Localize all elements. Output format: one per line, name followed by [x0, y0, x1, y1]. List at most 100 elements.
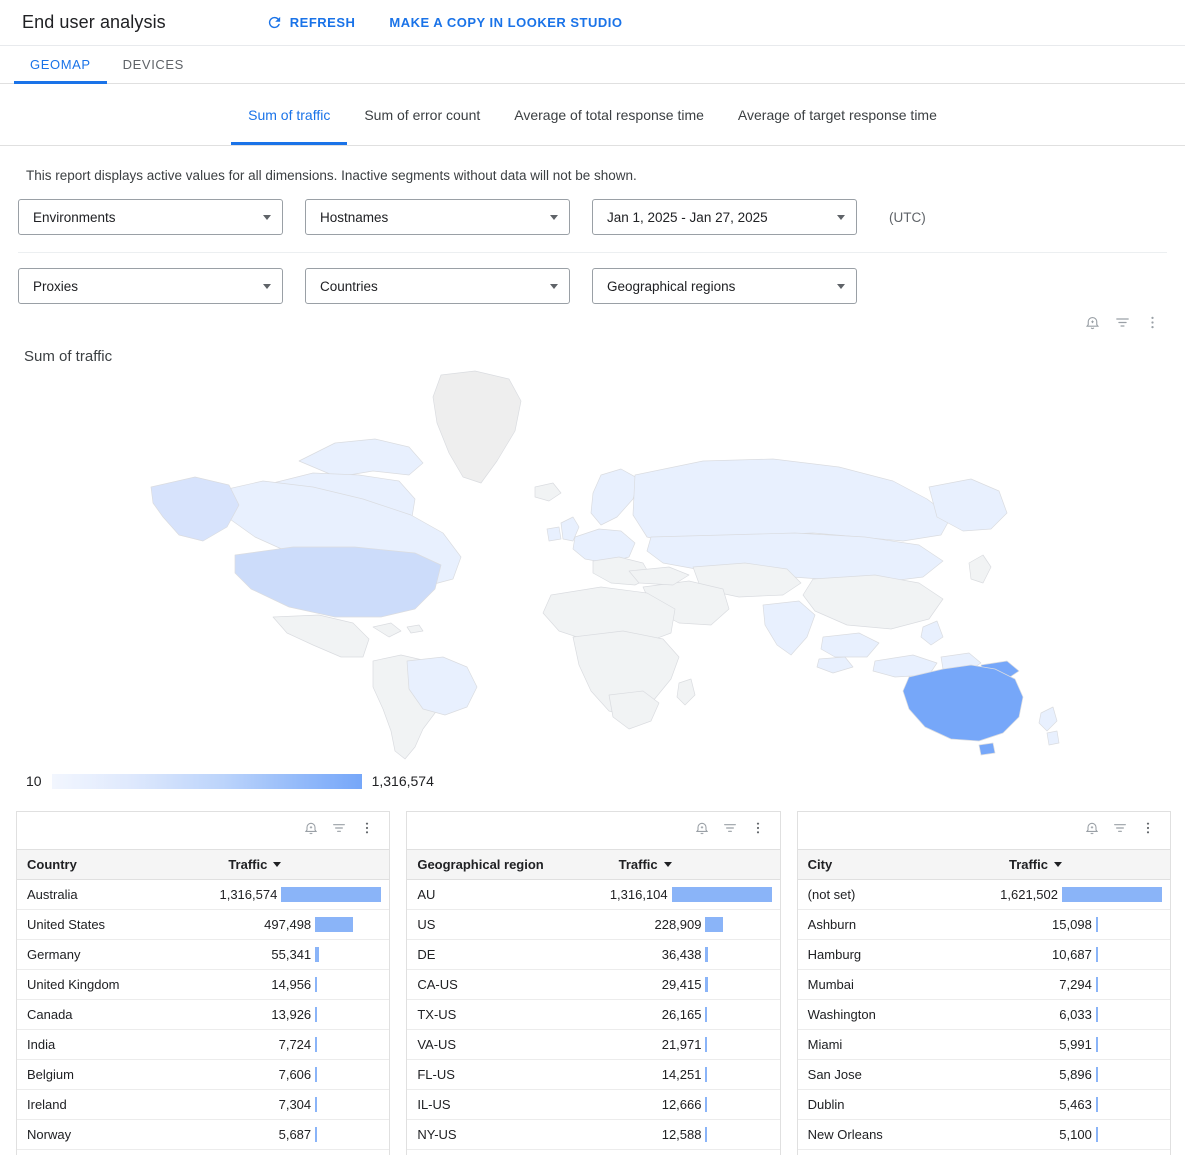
row-dimension: Ashburn: [798, 910, 984, 940]
add-alert-icon[interactable]: [1084, 314, 1101, 336]
tab-geomap[interactable]: GEOMAP: [14, 46, 107, 83]
column-header-traffic[interactable]: Traffic: [203, 850, 389, 880]
table-row[interactable]: DE36,438: [407, 940, 779, 970]
table-row[interactable]: Germany55,341: [17, 940, 389, 970]
table-row[interactable]: IL-US12,666: [407, 1090, 779, 1120]
country-table: Country Traffic Australia1,316,574United…: [17, 849, 389, 1150]
environments-dropdown-label: Environments: [33, 210, 263, 225]
table-row[interactable]: Norway5,687: [17, 1120, 389, 1150]
country-table-body: Australia1,316,574United States497,498Ge…: [17, 880, 389, 1150]
page-title: End user analysis: [22, 12, 166, 33]
row-dimension: NY-US: [407, 1120, 593, 1150]
column-header-city[interactable]: City: [798, 850, 984, 880]
row-dimension: TX-US: [407, 1000, 593, 1030]
row-bar-track: [1096, 917, 1170, 932]
add-alert-icon[interactable]: [1084, 820, 1100, 841]
more-options-icon[interactable]: [359, 820, 375, 841]
map-card-toolbar: [0, 304, 1185, 336]
row-metric-value: 21,971: [593, 1037, 705, 1052]
sort-descending-icon: [664, 862, 672, 867]
countries-dropdown[interactable]: Countries: [305, 268, 570, 304]
row-metric-value: 5,463: [984, 1097, 1096, 1112]
table-row[interactable]: Mumbai7,294: [798, 970, 1170, 1000]
table-row[interactable]: US228,909: [407, 910, 779, 940]
row-bar-track: [1096, 1037, 1170, 1052]
chevron-down-icon: [263, 284, 271, 289]
table-row[interactable]: NY-US12,588: [407, 1120, 779, 1150]
table-row[interactable]: India7,724: [17, 1030, 389, 1060]
table-row[interactable]: Ireland7,304: [17, 1090, 389, 1120]
row-dimension: Dublin: [798, 1090, 984, 1120]
table-row[interactable]: Canada13,926: [17, 1000, 389, 1030]
row-dimension: AU: [407, 880, 593, 910]
add-alert-icon[interactable]: [303, 820, 319, 841]
row-bar-track: [315, 917, 389, 932]
table-row[interactable]: Hamburg10,687: [798, 940, 1170, 970]
column-header-geographical-region[interactable]: Geographical region: [407, 850, 593, 880]
table-row[interactable]: FL-US14,251: [407, 1060, 779, 1090]
proxies-dropdown[interactable]: Proxies: [18, 268, 283, 304]
table-row[interactable]: Miami5,991: [798, 1030, 1170, 1060]
row-bar-track: [705, 1007, 779, 1022]
sort-descending-icon: [1054, 862, 1062, 867]
row-bar-track: [315, 977, 389, 992]
table-row[interactable]: AU1,316,104: [407, 880, 779, 910]
sort-descending-icon: [273, 862, 281, 867]
table-row[interactable]: Belgium7,606: [17, 1060, 389, 1090]
table-row[interactable]: New Orleans5,100: [798, 1120, 1170, 1150]
table-row[interactable]: TX-US26,165: [407, 1000, 779, 1030]
add-alert-icon[interactable]: [694, 820, 710, 841]
table-row[interactable]: San Jose5,896: [798, 1060, 1170, 1090]
column-header-country[interactable]: Country: [17, 850, 203, 880]
table-row[interactable]: (not set)1,621,502: [798, 880, 1170, 910]
hostnames-dropdown[interactable]: Hostnames: [305, 199, 570, 235]
metric-tab-sum-of-error-count[interactable]: Sum of error count: [347, 84, 497, 145]
filter-icon[interactable]: [722, 820, 738, 841]
row-bar: [315, 1067, 317, 1082]
more-options-icon[interactable]: [1144, 314, 1161, 336]
table-row[interactable]: CA-US29,415: [407, 970, 779, 1000]
filter-icon[interactable]: [1114, 314, 1131, 336]
date-range-dropdown[interactable]: Jan 1, 2025 - Jan 27, 2025: [592, 199, 857, 235]
make-a-copy-button[interactable]: MAKE A COPY IN LOOKER STUDIO: [389, 15, 622, 30]
more-options-icon[interactable]: [750, 820, 766, 841]
more-options-icon[interactable]: [1140, 820, 1156, 841]
metric-tab-average-of-total-response-time[interactable]: Average of total response time: [497, 84, 721, 145]
row-metric: 55,341: [203, 940, 389, 970]
metric-tab-sum-of-traffic[interactable]: Sum of traffic: [231, 84, 347, 145]
geomap-chart[interactable]: [0, 365, 1185, 765]
table-row[interactable]: Australia1,316,574: [17, 880, 389, 910]
metric-tab-average-of-target-response-time[interactable]: Average of target response time: [721, 84, 954, 145]
table-row[interactable]: Washington6,033: [798, 1000, 1170, 1030]
refresh-button[interactable]: REFRESH: [266, 14, 356, 31]
table-row[interactable]: VA-US21,971: [407, 1030, 779, 1060]
table-row[interactable]: United States497,498: [17, 910, 389, 940]
countries-dropdown-label: Countries: [320, 279, 550, 294]
table-row[interactable]: Ashburn15,098: [798, 910, 1170, 940]
geographical-regions-dropdown[interactable]: Geographical regions: [592, 268, 857, 304]
environments-dropdown[interactable]: Environments: [18, 199, 283, 235]
chevron-down-icon: [837, 284, 845, 289]
row-bar: [315, 917, 353, 932]
table-row[interactable]: United Kingdom14,956: [17, 970, 389, 1000]
row-bar-track: [1096, 1097, 1170, 1112]
filter-icon[interactable]: [1112, 820, 1128, 841]
row-bar-track: [1096, 1067, 1170, 1082]
row-dimension: San Jose: [798, 1060, 984, 1090]
row-bar-track: [1096, 977, 1170, 992]
row-metric-value: 12,588: [593, 1127, 705, 1142]
table-row[interactable]: Dublin5,463: [798, 1090, 1170, 1120]
row-metric-value: 13,926: [203, 1007, 315, 1022]
row-dimension: Washington: [798, 1000, 984, 1030]
tab-devices[interactable]: DEVICES: [107, 46, 200, 83]
column-header-traffic[interactable]: Traffic: [593, 850, 779, 880]
geographical-region-table: Geographical region Traffic AU1,316,104U…: [407, 849, 779, 1150]
filter-icon[interactable]: [331, 820, 347, 841]
row-bar: [705, 1097, 707, 1112]
country-table-toolbar: [17, 812, 389, 849]
column-header-traffic-label: Traffic: [228, 857, 267, 872]
column-header-traffic-label: Traffic: [619, 857, 658, 872]
column-header-traffic[interactable]: Traffic: [984, 850, 1170, 880]
row-metric-value: 12,666: [593, 1097, 705, 1112]
row-metric: 1,621,502: [984, 880, 1170, 910]
